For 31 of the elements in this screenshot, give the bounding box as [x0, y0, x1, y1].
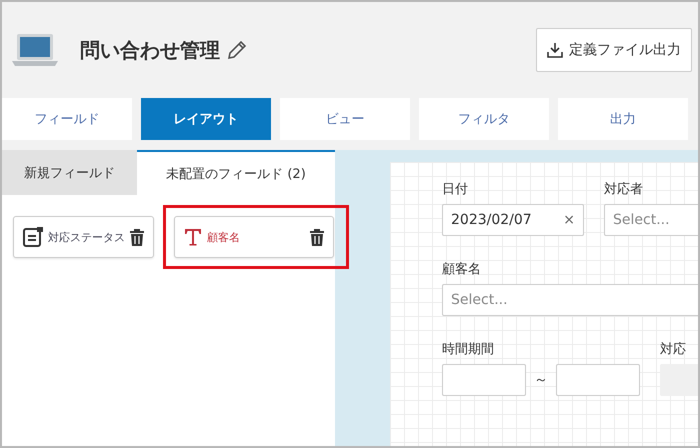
trash-icon[interactable]	[309, 228, 325, 246]
tab[interactable]: 出力	[558, 98, 688, 140]
field-label: 顧客名	[442, 261, 482, 278]
range-separator: ～	[534, 371, 548, 389]
laptop-icon	[12, 33, 58, 67]
pencil-icon[interactable]	[226, 39, 248, 61]
time-field[interactable]	[556, 364, 640, 396]
panel-tab[interactable]: 新規フィールド	[2, 150, 137, 195]
trash-icon[interactable]	[129, 228, 145, 246]
select-field[interactable]: Select...	[604, 204, 698, 236]
tab[interactable]: フィルタ	[419, 98, 549, 140]
field-name: 対応ステータス	[48, 230, 125, 244]
select-field[interactable]: Select...	[442, 284, 698, 316]
download-icon	[547, 42, 563, 58]
field-card[interactable]: 顧客名	[174, 216, 334, 258]
time-field[interactable]	[442, 364, 526, 396]
field-label: 時間期間	[442, 341, 495, 358]
field-label: 対応者	[604, 181, 644, 198]
date-field[interactable]: 2023/02/07 ×	[442, 204, 584, 236]
tab[interactable]: ビュー	[280, 98, 410, 140]
tab[interactable]: フィールド	[2, 98, 132, 140]
field-name: 顧客名	[207, 230, 241, 244]
app-title: 問い合わせ管理	[80, 36, 220, 64]
tab[interactable]: レイアウト	[141, 98, 271, 140]
field-card[interactable]: 対応ステータス	[13, 216, 154, 258]
clear-icon[interactable]: ×	[563, 212, 575, 228]
field-label: 対応	[660, 341, 687, 358]
field-label: 日付	[442, 181, 469, 198]
text-type-icon	[183, 227, 203, 247]
form-icon	[22, 226, 44, 248]
export-button[interactable]: 定義ファイル出力	[536, 28, 692, 72]
